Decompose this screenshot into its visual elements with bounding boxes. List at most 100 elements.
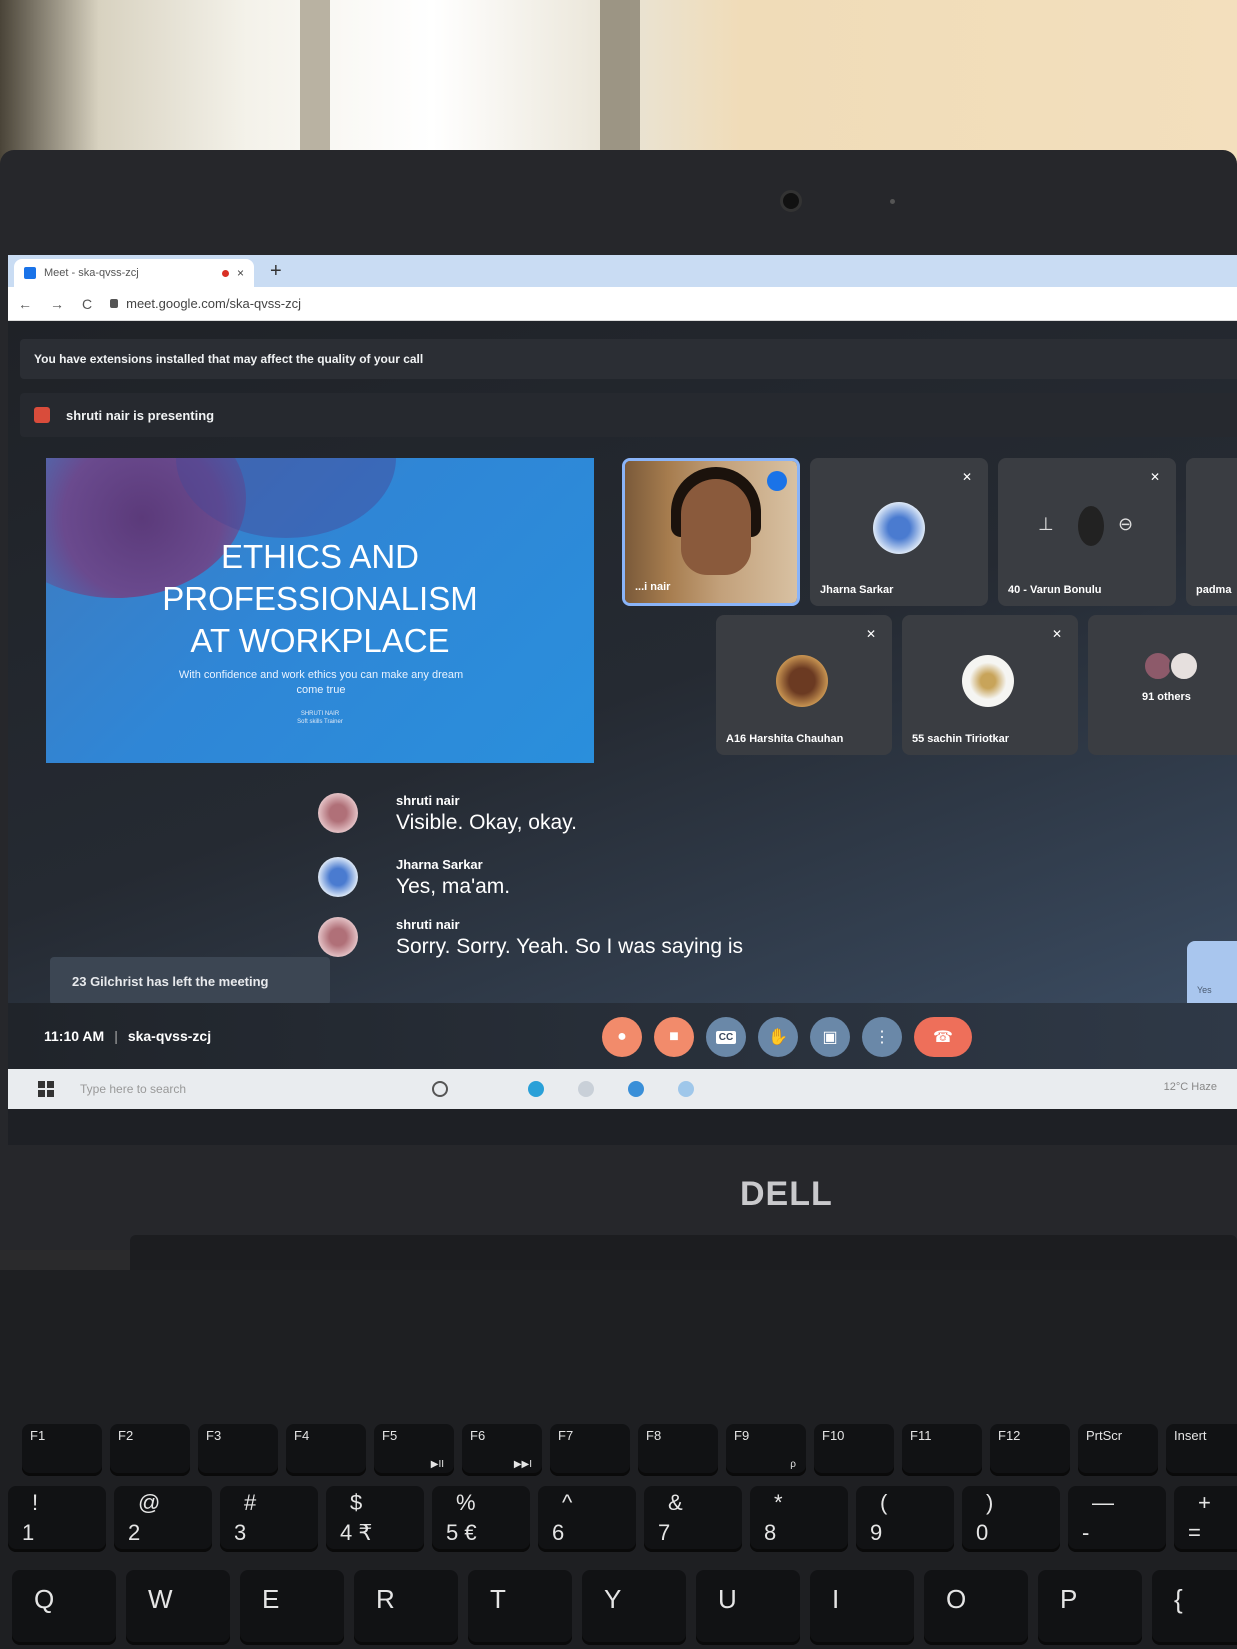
key-label: ▶▶I <box>513 1459 532 1470</box>
new-tab-button[interactable]: + <box>270 260 282 283</box>
function-key[interactable]: F11 <box>902 1424 982 1476</box>
key-label: — <box>1092 1490 1114 1515</box>
number-key[interactable]: — - <box>1068 1486 1166 1552</box>
key-label: 8 <box>764 1520 777 1545</box>
letter-key[interactable]: E <box>240 1570 344 1645</box>
store-icon[interactable] <box>628 1081 644 1097</box>
key-label: ) <box>986 1490 994 1515</box>
function-key[interactable]: F3 <box>198 1424 278 1476</box>
browser-icon[interactable] <box>678 1081 694 1097</box>
more-options-button[interactable]: ⋮ <box>862 1017 902 1057</box>
camera-toggle-button[interactable]: ■ <box>654 1017 694 1057</box>
number-key[interactable]: * 8 <box>750 1486 848 1552</box>
speaking-indicator-icon <box>767 471 787 491</box>
function-key[interactable]: F12 <box>990 1424 1070 1476</box>
url-text: meet.google.com/ska-qvss-zcj <box>126 296 301 311</box>
raise-hand-button[interactable]: ✋ <box>758 1017 798 1057</box>
letter-key[interactable]: U <box>696 1570 800 1645</box>
remove-icon[interactable]: ⊖ <box>1118 514 1133 535</box>
captions-button[interactable]: CC <box>706 1017 746 1057</box>
function-key[interactable]: F1 <box>22 1424 102 1476</box>
key-label: 4 ₹ <box>340 1520 373 1545</box>
letter-key[interactable]: W <box>126 1570 230 1645</box>
letter-key[interactable]: T <box>468 1570 572 1645</box>
number-key[interactable]: & 7 <box>644 1486 742 1552</box>
pin-icon[interactable]: ⊥ <box>1038 514 1054 535</box>
key-label: F9 <box>734 1428 750 1443</box>
windows-start-icon[interactable] <box>38 1081 54 1097</box>
key-label: 9 <box>870 1520 883 1545</box>
function-key[interactable]: F9 ρ <box>726 1424 806 1476</box>
caption-speaker: shruti nair <box>396 793 460 808</box>
function-key[interactable]: PrtScr <box>1078 1424 1158 1476</box>
participant-left-toast: 23 Gilchrist has left the meeting <box>50 957 330 1005</box>
weather-widget[interactable]: 12°C Haze <box>1164 1081 1217 1093</box>
back-icon[interactable]: ← <box>18 296 32 312</box>
number-key[interactable]: + = <box>1174 1486 1237 1552</box>
key-label: + <box>1198 1490 1211 1515</box>
present-button[interactable]: ▣ <box>810 1017 850 1057</box>
letter-key[interactable]: Y <box>582 1570 686 1645</box>
url-field[interactable]: meet.google.com/ska-qvss-zcj <box>110 296 301 311</box>
meet-stage: You have extensions installed that may a… <box>8 321 1237 1069</box>
letter-key[interactable]: I <box>810 1570 914 1645</box>
key-label: F8 <box>646 1428 662 1443</box>
reload-icon[interactable]: C <box>82 296 92 312</box>
browser-tab-meet[interactable]: Meet - ska-qvss-zcj × <box>14 259 254 287</box>
number-key[interactable]: ) 0 <box>962 1486 1060 1552</box>
caption-text: Sorry. Sorry. Yeah. So I was saying is <box>396 935 744 958</box>
participant-tile-active-speaker[interactable]: ...i nair <box>622 458 800 606</box>
function-key[interactable]: Insert <box>1166 1424 1237 1476</box>
function-key[interactable]: F2 <box>110 1424 190 1476</box>
close-tab-icon[interactable]: × <box>237 266 244 280</box>
number-key[interactable]: #3 <box>220 1486 318 1552</box>
task-view-icon[interactable] <box>432 1081 448 1097</box>
participant-name: A16 Harshita Chauhan <box>726 733 844 745</box>
participant-tile[interactable]: ✕ Jharna Sarkar <box>810 458 988 606</box>
windows-taskbar: Type here to search 12°C Haze <box>8 1069 1237 1109</box>
caption-speaker: shruti nair <box>396 917 460 932</box>
function-key[interactable]: F6 ▶▶I <box>462 1424 542 1476</box>
participant-tile-others[interactable]: 91 others <box>1088 615 1237 755</box>
number-key[interactable]: ! 1 <box>8 1486 106 1552</box>
letter-key[interactable]: { <box>1152 1570 1237 1645</box>
participant-tile[interactable]: ✕ 55 sachin Tiriotkar <box>902 615 1078 755</box>
number-key[interactable]: (9 <box>856 1486 954 1552</box>
key-label: W <box>148 1584 173 1614</box>
number-key[interactable]: ^ 6 <box>538 1486 636 1552</box>
file-explorer-icon[interactable] <box>578 1081 594 1097</box>
letter-key[interactable]: R <box>354 1570 458 1645</box>
function-key[interactable]: F10 <box>814 1424 894 1476</box>
key-label: 3 <box>234 1520 247 1545</box>
mic-off-icon: ✕ <box>866 627 877 641</box>
participant-tile[interactable]: ✕ A16 Harshita Chauhan <box>716 615 892 755</box>
key-label: O <box>946 1584 967 1614</box>
key-label: { <box>1174 1584 1183 1614</box>
function-key[interactable]: F5 ▶II <box>374 1424 454 1476</box>
function-key[interactable]: F8 <box>638 1424 718 1476</box>
caption-entry: shruti nair Visible. Okay, okay. <box>318 793 1018 853</box>
meeting-details: 11:10 AM | ska-qvss-zcj <box>44 1003 211 1069</box>
function-key[interactable]: F4 <box>286 1424 366 1476</box>
key-label: 6 <box>552 1520 565 1545</box>
key-label: U <box>718 1584 737 1614</box>
presenting-bar: shruti nair is presenting <box>20 393 1237 437</box>
number-key[interactable]: $4 ₹ <box>326 1486 424 1552</box>
key-label: & <box>668 1490 683 1515</box>
participant-tile[interactable]: ✕ ⊥ ⊖ 40 - Varun Bonulu <box>998 458 1176 606</box>
participant-tile[interactable]: padma <box>1186 458 1237 606</box>
number-key[interactable]: @2 <box>114 1486 212 1552</box>
letter-key[interactable]: O <box>924 1570 1028 1645</box>
letter-key[interactable]: Q <box>12 1570 116 1645</box>
number-key[interactable]: % 5 € <box>432 1486 530 1552</box>
taskbar-search[interactable]: Type here to search <box>70 1075 270 1103</box>
end-call-button[interactable]: ☎ <box>914 1017 972 1057</box>
present-icon: ▣ <box>822 1029 838 1046</box>
edge-icon[interactable] <box>528 1081 544 1097</box>
slide-author-role: Soft skills Trainer <box>297 719 343 725</box>
mic-toggle-button[interactable]: ● <box>602 1017 642 1057</box>
letter-key[interactable]: P <box>1038 1570 1142 1645</box>
key-label: PrtScr <box>1086 1428 1123 1443</box>
function-key[interactable]: F7 <box>550 1424 630 1476</box>
forward-icon[interactable]: → <box>50 296 64 312</box>
